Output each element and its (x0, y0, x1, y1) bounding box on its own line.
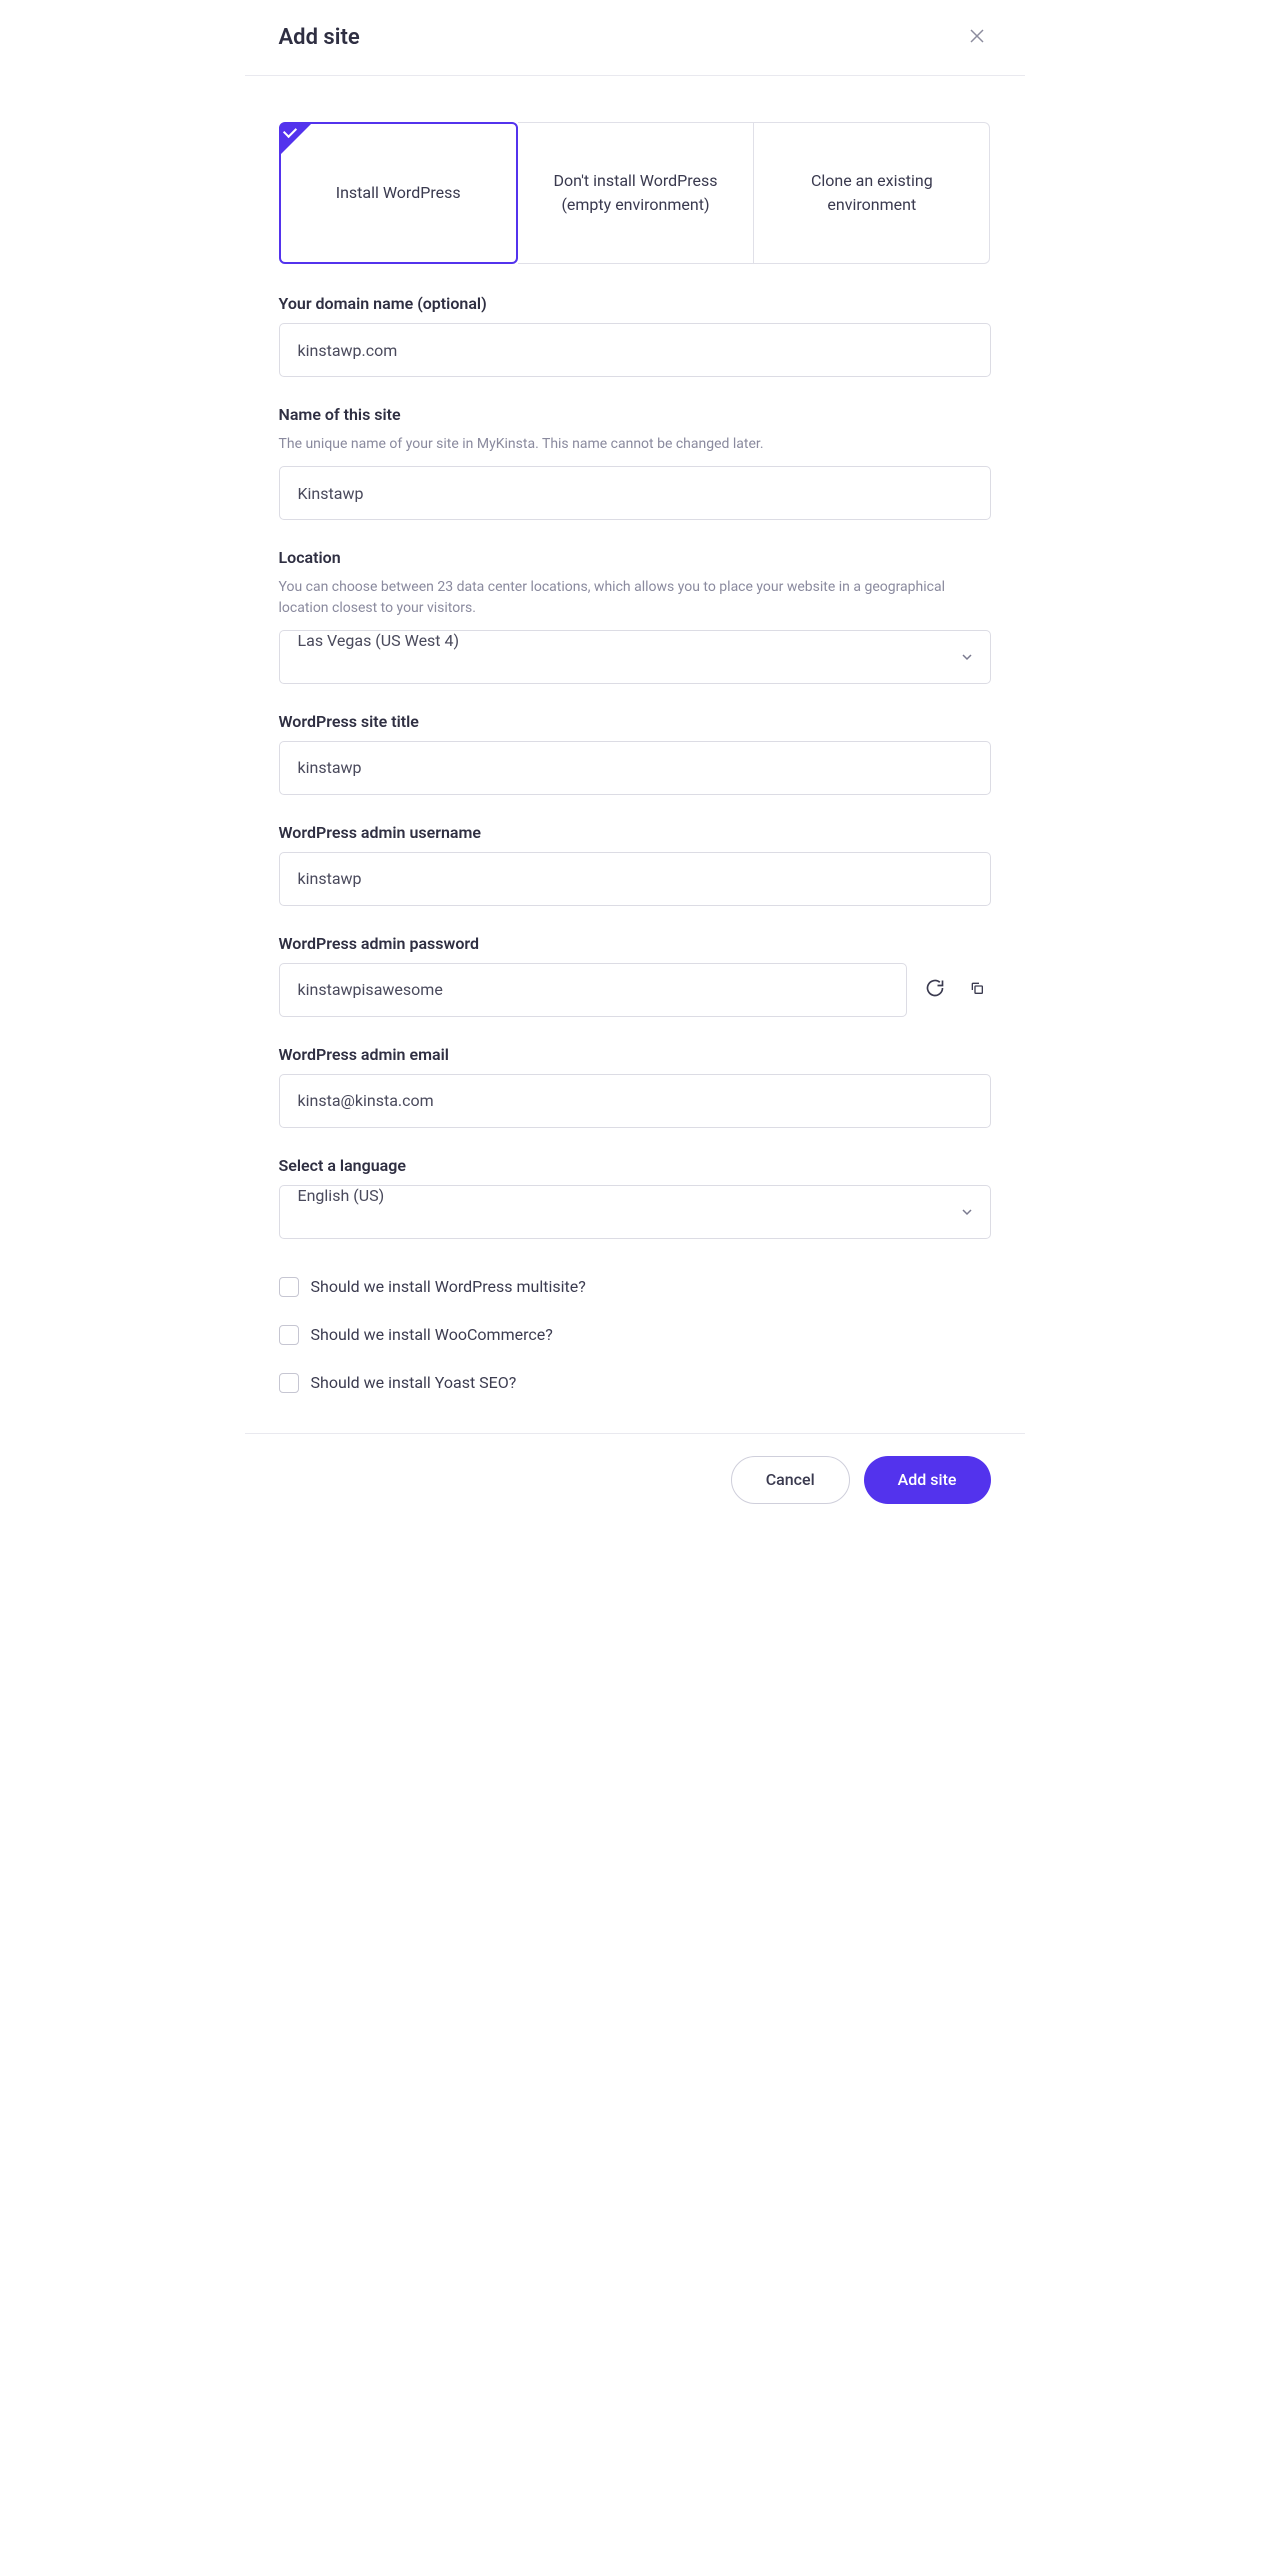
wp-admin-email-input[interactable] (279, 1074, 991, 1128)
multisite-row: Should we install WordPress multisite? (279, 1277, 991, 1297)
woocommerce-label[interactable]: Should we install WooCommerce? (311, 1325, 553, 1344)
wp-title-label: WordPress site title (279, 712, 991, 731)
install-type-options: Install WordPress Don't install WordPres… (279, 122, 991, 264)
multisite-checkbox[interactable] (279, 1277, 299, 1297)
close-button[interactable] (963, 22, 991, 53)
close-icon (969, 28, 985, 47)
wp-admin-pass-label: WordPress admin password (279, 934, 991, 953)
cancel-button[interactable]: Cancel (731, 1456, 850, 1504)
copy-password-button[interactable] (963, 974, 991, 1005)
modal-header: Add site (245, 0, 1025, 76)
wp-admin-user-label: WordPress admin username (279, 823, 991, 842)
site-name-group: Name of this site The unique name of you… (279, 405, 991, 520)
wp-admin-email-label: WordPress admin email (279, 1045, 991, 1064)
location-group: Location You can choose between 23 data … (279, 548, 991, 684)
domain-input[interactable] (279, 323, 991, 377)
option-clone-environment[interactable]: Clone an existing environment (754, 122, 990, 264)
wp-title-group: WordPress site title (279, 712, 991, 795)
language-group: Select a language English (US) (279, 1156, 991, 1239)
wp-title-input[interactable] (279, 741, 991, 795)
yoast-label[interactable]: Should we install Yoast SEO? (311, 1373, 517, 1392)
regenerate-password-button[interactable] (919, 972, 951, 1007)
site-name-help: The unique name of your site in MyKinsta… (279, 434, 991, 454)
wp-admin-pass-group: WordPress admin password (279, 934, 991, 1017)
location-help: You can choose between 23 data center lo… (279, 577, 991, 618)
woocommerce-row: Should we install WooCommerce? (279, 1325, 991, 1345)
copy-icon (969, 980, 985, 999)
add-site-modal: Add site Install WordPress Don't install… (245, 0, 1025, 1526)
option-empty-environment[interactable]: Don't install WordPress (empty environme… (518, 122, 754, 264)
wp-admin-email-group: WordPress admin email (279, 1045, 991, 1128)
add-site-button[interactable]: Add site (864, 1456, 991, 1504)
location-select[interactable]: Las Vegas (US West 4) (279, 630, 991, 684)
location-label: Location (279, 548, 991, 567)
multisite-label[interactable]: Should we install WordPress multisite? (311, 1277, 586, 1296)
modal-footer: Cancel Add site (245, 1433, 1025, 1526)
refresh-icon (925, 978, 945, 1001)
language-select[interactable]: English (US) (279, 1185, 991, 1239)
site-name-input[interactable] (279, 466, 991, 520)
option-label: Don't install WordPress (empty environme… (542, 169, 729, 217)
option-install-wordpress[interactable]: Install WordPress (279, 122, 518, 264)
modal-title: Add site (279, 25, 360, 50)
wp-admin-pass-input[interactable] (279, 963, 907, 1017)
modal-body: Install WordPress Don't install WordPres… (245, 76, 1025, 1433)
woocommerce-checkbox[interactable] (279, 1325, 299, 1345)
option-label: Install WordPress (336, 181, 461, 205)
site-name-label: Name of this site (279, 405, 991, 424)
wp-admin-user-input[interactable] (279, 852, 991, 906)
yoast-checkbox[interactable] (279, 1373, 299, 1393)
wp-admin-user-group: WordPress admin username (279, 823, 991, 906)
domain-label: Your domain name (optional) (279, 294, 991, 313)
yoast-row: Should we install Yoast SEO? (279, 1373, 991, 1393)
option-label: Clone an existing environment (778, 169, 965, 217)
language-label: Select a language (279, 1156, 991, 1175)
domain-group: Your domain name (optional) (279, 294, 991, 377)
